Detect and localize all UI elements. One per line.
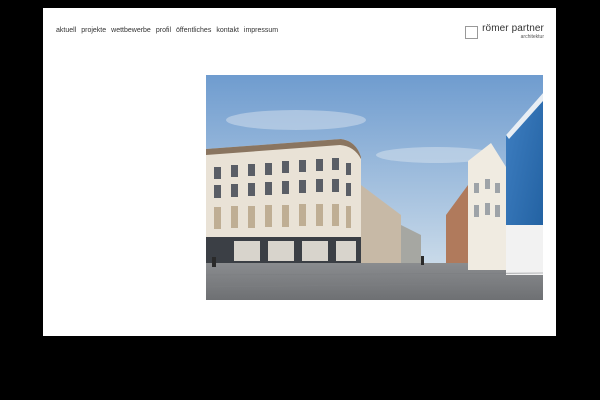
project-photo — [206, 75, 543, 300]
brand-logo[interactable]: römer partner architektur — [465, 23, 544, 40]
nav-item-wettbewerbe[interactable]: wettbewerbe — [111, 27, 151, 35]
brand-name: römer partner — [482, 23, 544, 34]
nav-item-projekte[interactable]: projekte — [81, 27, 106, 35]
brand-subtitle: architektur — [520, 34, 544, 40]
main-nav: aktuell projekte wettbewerbe profil öffe… — [56, 27, 278, 35]
nav-item-profil[interactable]: profil — [156, 27, 171, 35]
nav-item-impressum[interactable]: impressum — [244, 27, 278, 35]
building-street-image — [206, 75, 543, 300]
page-container: aktuell projekte wettbewerbe profil öffe… — [43, 8, 556, 336]
nav-item-oeffentliches[interactable]: öffentliches — [176, 27, 211, 35]
brand-text: römer partner architektur — [482, 23, 544, 40]
nav-item-kontakt[interactable]: kontakt — [216, 27, 239, 35]
logo-square-icon — [465, 26, 479, 39]
nav-item-aktuell[interactable]: aktuell — [56, 27, 76, 35]
